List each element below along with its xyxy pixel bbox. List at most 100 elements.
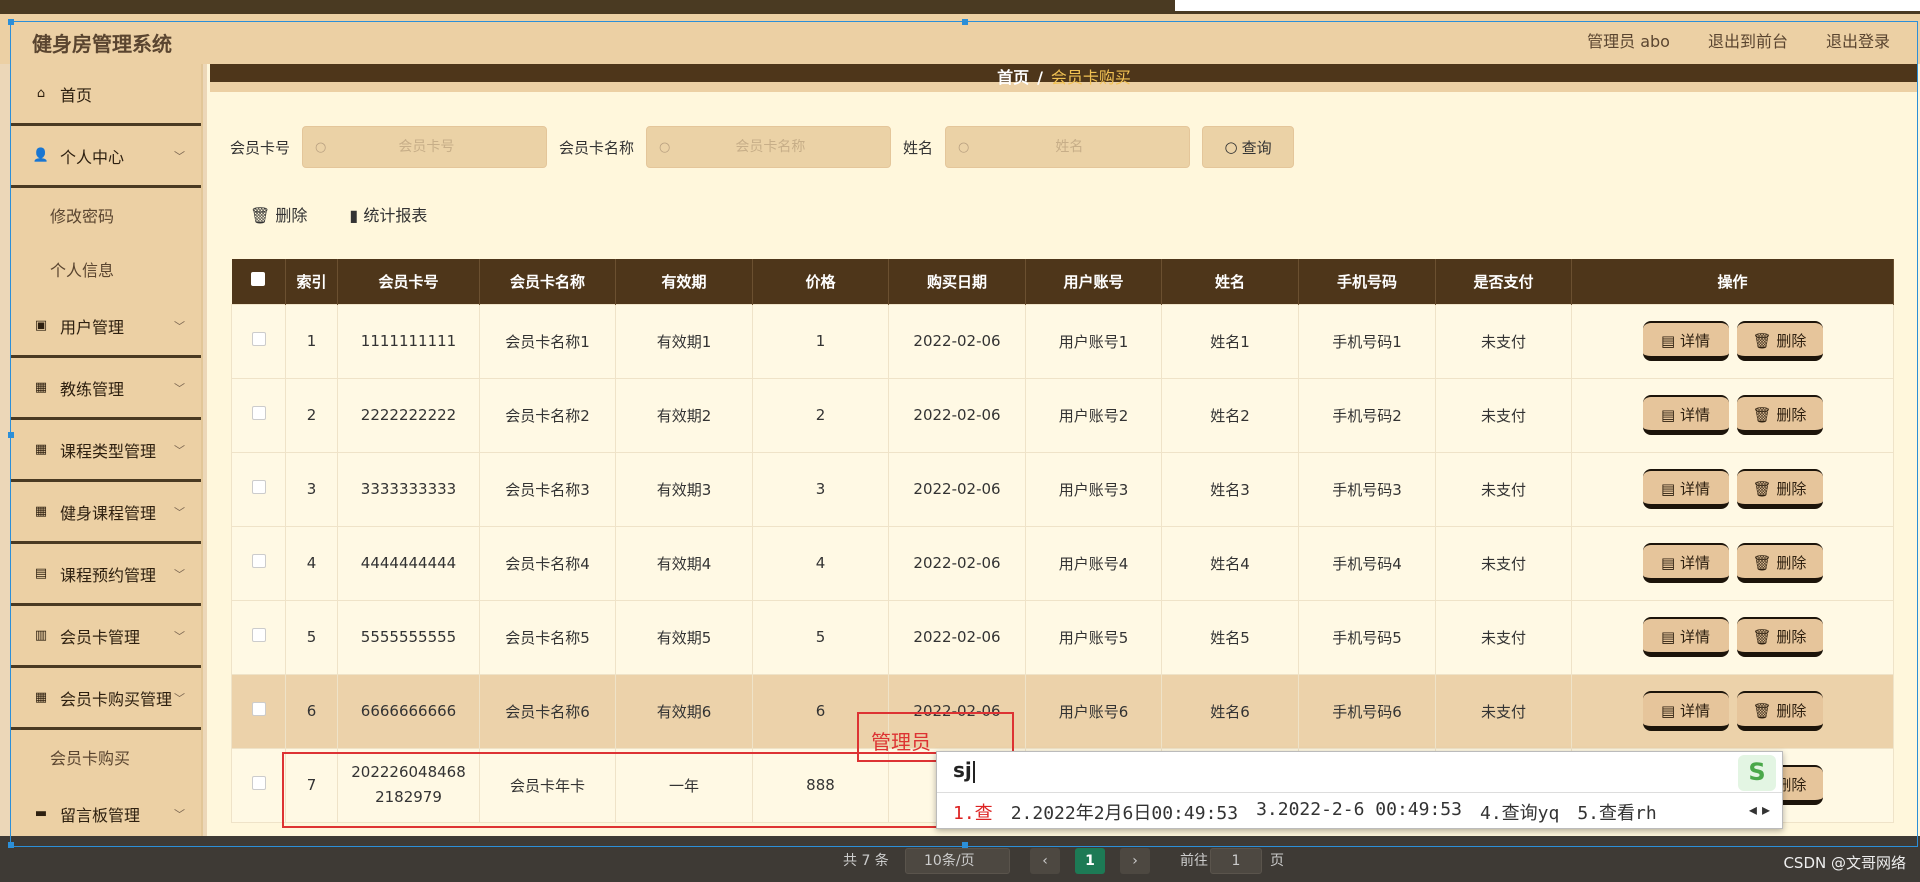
detail-button[interactable]: ▤ 详情 [1642, 543, 1729, 583]
row-actions-cell: ▤ 详情🗑︎ 删除 [1571, 377, 1894, 453]
table-cell: 会员卡年卡 [479, 747, 616, 823]
prev-page-button[interactable]: ‹ [1030, 848, 1060, 874]
ime-candidate[interactable]: 4.查询yq [1480, 799, 1559, 825]
table-cell: 2022-02-06 [888, 377, 1026, 453]
document-icon: ▤ [1661, 628, 1680, 646]
table-cell: 一年 [615, 747, 753, 823]
ime-divider [937, 792, 1782, 793]
breadcrumb-home[interactable]: 首页 [997, 68, 1029, 87]
card-no-input[interactable] [326, 139, 527, 155]
document-icon: ▤ [1661, 480, 1680, 498]
page-size-select[interactable]: 10条/页 [905, 848, 1010, 874]
ime-candidate[interactable]: 1.查 [953, 799, 993, 825]
table-row[interactable]: 4 4444444444 会员卡名称4 有效期4 4 2022-02-06 用户账号4 姓名4… [231, 525, 1894, 601]
search-icon: ○ [659, 139, 671, 155]
page-unit-label: 页 [1270, 853, 1284, 869]
column-header: 会员卡号 [337, 259, 480, 304]
delete-button[interactable]: 🗑︎ 删除 [1736, 469, 1823, 509]
sidebar-item-3[interactable]: ▦ 教练管理 ﹀ [10, 358, 201, 420]
name-input[interactable] [969, 139, 1170, 155]
sogou-logo-icon: S [1738, 755, 1776, 791]
table-cell: 有效期5 [615, 599, 753, 675]
chevron-down-icon: ﹀ [174, 808, 185, 821]
next-page-button[interactable]: › [1120, 848, 1150, 874]
detail-button[interactable]: ▤ 详情 [1642, 691, 1729, 731]
sidebar-item-label: 用户管理 [60, 317, 125, 337]
row-checkbox[interactable] [251, 628, 266, 642]
sidebar-subitem[interactable]: 修改密码 [10, 188, 201, 242]
sidebar-item-8[interactable]: ▦ 会员卡购买管理 ﹀ [10, 668, 201, 730]
row-checkbox[interactable] [251, 406, 266, 420]
table-cell: 有效期1 [615, 303, 753, 379]
table-cell: 3 [285, 451, 338, 527]
detail-button-label: 详情 [1679, 480, 1710, 498]
detail-button[interactable]: ▤ 详情 [1642, 395, 1729, 435]
table-cell: 2022-02-06 [888, 599, 1026, 675]
table-cell: 未支付 [1435, 525, 1572, 601]
row-checkbox[interactable] [251, 776, 266, 790]
sidebar-item-2[interactable]: ▣ 用户管理 ﹀ [10, 296, 201, 358]
goto-page-input[interactable]: 1 [1210, 848, 1262, 874]
batch-delete-button[interactable]: 🗑︎ 删除 [250, 202, 307, 226]
document-icon: ▤ [1661, 702, 1680, 720]
table-row[interactable]: 3 3333333333 会员卡名称3 有效期3 3 2022-02-06 用户账号3 姓名3… [231, 451, 1894, 527]
ime-candidate[interactable]: 2.2022年2月6日00:49:53 [1011, 799, 1238, 825]
delete-button[interactable]: 🗑︎ 删除 [1736, 321, 1823, 361]
sidebar-item-0[interactable]: ⌂ 首页 [10, 64, 201, 126]
sidebar-item-6[interactable]: ▤ 课程预约管理 ﹀ [10, 544, 201, 606]
delete-button[interactable]: 🗑︎ 删除 [1736, 617, 1823, 657]
admin-user-label[interactable]: 管理员 abo [1587, 28, 1670, 52]
table-row[interactable]: 1 1111111111 会员卡名称1 有效期1 1 2022-02-06 用户账号1 姓名1… [231, 303, 1894, 379]
row-checkbox[interactable] [251, 554, 266, 568]
page-1-button[interactable]: 1 [1075, 848, 1105, 874]
delete-button[interactable]: 🗑︎ 删除 [1736, 691, 1823, 731]
app-header: 健身房管理系统 管理员 abo 退出到前台 退出登录 [0, 14, 1920, 64]
sidebar-item-5[interactable]: ▦ 健身课程管理 ﹀ [10, 482, 201, 544]
table-cell: 1 [752, 303, 889, 379]
delete-button-label: 删除 [1776, 332, 1807, 350]
table-row[interactable]: 2 2222222222 会员卡名称2 有效期2 2 2022-02-06 用户账号2 姓名2… [231, 377, 1894, 453]
row-checkbox[interactable] [251, 702, 266, 716]
trash-icon: 🗑︎ [1752, 702, 1777, 720]
sidebar-item-7[interactable]: ▥ 会员卡管理 ﹀ [10, 606, 201, 668]
delete-button[interactable]: 🗑︎ 删除 [1736, 395, 1823, 435]
table-cell: 会员卡名称1 [479, 303, 616, 379]
query-button[interactable]: ○ 查询 [1202, 126, 1295, 168]
card-name-input[interactable] [670, 139, 871, 155]
table-cell: 2022-02-06 [888, 451, 1026, 527]
card-name-label: 会员卡名称 [559, 138, 635, 157]
sidebar-item-1[interactable]: 👤 个人中心 ﹀ [10, 126, 201, 188]
report-button[interactable]: ▮ 统计报表 [349, 202, 427, 226]
table-cell: 用户账号1 [1025, 303, 1162, 379]
actions-bar: 🗑︎ 删除 ▮ 统计报表 [250, 202, 427, 226]
table-row[interactable]: 5 5555555555 会员卡名称5 有效期5 5 2022-02-06 用户账号5 姓名5… [231, 599, 1894, 675]
exit-to-front-link[interactable]: 退出到前台 [1708, 28, 1788, 52]
ime-candidate[interactable]: 3.2022-2-6 00:49:53 [1256, 799, 1462, 825]
ime-candidate[interactable]: 5.查看rh [1577, 799, 1656, 825]
table-row[interactable]: 6 6666666666 会员卡名称6 有效期6 6 2022-02-06 用户账号6 姓名6… [231, 673, 1894, 749]
table-cell: 6 [285, 673, 338, 749]
select-all-checkbox[interactable] [251, 272, 266, 287]
sidebar-item-4[interactable]: ▦ 课程类型管理 ﹀ [10, 420, 201, 482]
detail-button[interactable]: ▤ 详情 [1642, 469, 1729, 509]
table-cell: 6666666666 [337, 673, 480, 749]
card-no-search-box: ○ [302, 126, 548, 168]
table-cell: 2022-02-06 [888, 303, 1026, 379]
detail-button[interactable]: ▤ 详情 [1642, 321, 1729, 361]
chevron-down-icon: ﹀ [174, 506, 185, 519]
batch-delete-label: 删除 [275, 206, 308, 225]
table-cell: 会员卡名称4 [479, 525, 616, 601]
total-count: 共 7 条 [843, 853, 889, 869]
ime-page-arrows-icon[interactable]: ◂ ▸ [1749, 800, 1770, 819]
detail-button-label: 详情 [1679, 332, 1710, 350]
search-bar: 会员卡号 ○ 会员卡名称 ○ 姓名 ○ ○ 查询 [230, 126, 1295, 168]
sidebar-item-label: 教练管理 [60, 379, 125, 399]
row-checkbox[interactable] [251, 332, 266, 346]
sidebar-item-label: 课程类型管理 [60, 441, 157, 461]
delete-button[interactable]: 🗑︎ 删除 [1736, 543, 1823, 583]
logout-link[interactable]: 退出登录 [1826, 28, 1890, 52]
detail-button[interactable]: ▤ 详情 [1642, 617, 1729, 657]
sidebar-subitem[interactable]: 会员卡购买 [10, 730, 201, 784]
row-checkbox[interactable] [251, 480, 266, 494]
sidebar-subitem[interactable]: 个人信息 [10, 242, 201, 296]
